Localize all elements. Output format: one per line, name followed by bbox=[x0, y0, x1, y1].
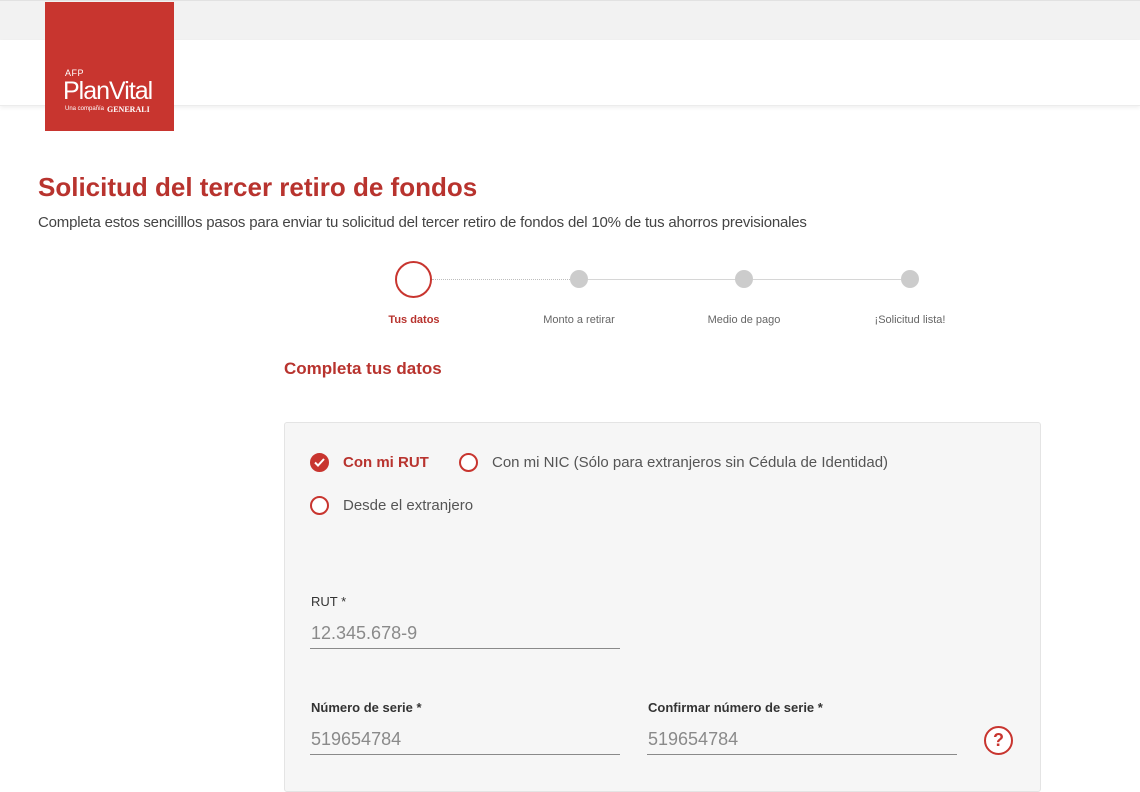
stepper-connector-3 bbox=[753, 279, 901, 280]
checkmark-icon bbox=[314, 458, 325, 467]
section-title: Completa tus datos bbox=[284, 359, 442, 378]
option-abroad-label: Desde el extranjero bbox=[343, 497, 474, 514]
stepper-connector-2 bbox=[588, 279, 736, 280]
logo-tagline: Una compañía bbox=[65, 106, 105, 112]
step-2-dot bbox=[570, 270, 588, 288]
radio-unchecked-icon[interactable] bbox=[459, 453, 478, 472]
option-rut[interactable]: Con mi RUT bbox=[310, 453, 429, 472]
rut-input[interactable] bbox=[310, 619, 620, 649]
radio-checked-icon[interactable] bbox=[310, 453, 329, 472]
planvital-logo[interactable]: AFP PlanVital Una compañía GENERALI bbox=[45, 2, 174, 131]
confirm-serie-label: Confirmar número de serie * bbox=[648, 700, 823, 715]
serie-label: Número de serie * bbox=[311, 700, 422, 715]
logo-brand: PlanVital bbox=[63, 77, 153, 105]
step-2-label: Monto a retirar bbox=[543, 314, 615, 326]
stepper-connector-1 bbox=[432, 279, 572, 280]
help-icon[interactable]: ? bbox=[984, 726, 1013, 755]
step-1-active-circle bbox=[395, 261, 432, 298]
step-3-label: Medio de pago bbox=[707, 314, 781, 326]
option-rut-label: Con mi RUT bbox=[343, 454, 429, 471]
serie-input[interactable] bbox=[310, 725, 620, 755]
step-1-label: Tus datos bbox=[388, 314, 440, 326]
step-4-label: ¡Solicitud lista! bbox=[874, 314, 946, 326]
page-title: Solicitud del tercer retiro de fondos bbox=[38, 172, 478, 202]
step-4-dot bbox=[901, 270, 919, 288]
option-nic[interactable]: Con mi NIC (Sólo para extranjeros sin Cé… bbox=[459, 453, 888, 472]
option-abroad[interactable]: Desde el extranjero bbox=[310, 496, 473, 515]
rut-label: RUT * bbox=[311, 594, 347, 609]
step-3-dot bbox=[735, 270, 753, 288]
page-subtitle: Completa estos sencilllos pasos para env… bbox=[38, 214, 807, 231]
option-nic-label: Con mi NIC (Sólo para extranjeros sin Cé… bbox=[492, 454, 889, 471]
radio-unchecked-icon[interactable] bbox=[310, 496, 329, 515]
confirm-serie-input[interactable] bbox=[647, 725, 957, 755]
logo-partner: GENERALI bbox=[107, 105, 150, 114]
